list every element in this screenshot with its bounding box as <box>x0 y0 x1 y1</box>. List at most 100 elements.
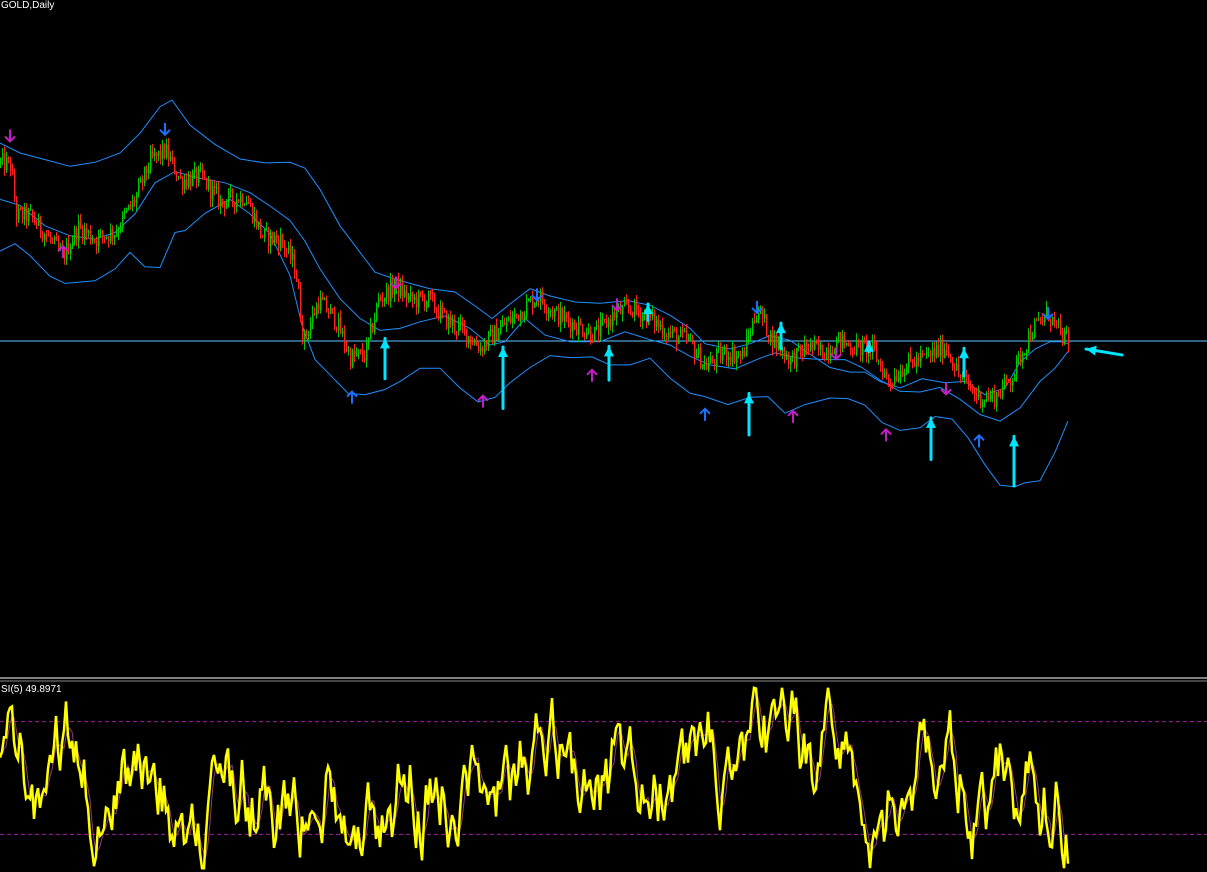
candle-body <box>466 328 468 344</box>
candle-body <box>856 341 858 355</box>
candle-body <box>1058 321 1060 323</box>
candle-body <box>826 348 828 361</box>
candle-body <box>168 144 170 161</box>
candle-body <box>692 336 694 344</box>
candle-body <box>260 221 262 236</box>
candle-body <box>816 340 818 344</box>
candle-body <box>922 352 924 354</box>
candle-body <box>122 213 124 228</box>
candle-body <box>1064 330 1066 344</box>
candle-body <box>214 185 216 189</box>
candle-body <box>296 273 298 281</box>
candle-body <box>342 331 344 334</box>
candle-body <box>266 228 268 230</box>
candle-body <box>38 216 40 226</box>
candle-body <box>1068 330 1070 347</box>
candle-body <box>804 343 806 356</box>
candle-body <box>1050 320 1052 325</box>
candle-body <box>670 331 672 334</box>
candle-body <box>472 343 474 345</box>
candle-body <box>386 286 388 299</box>
candle-body <box>630 308 632 312</box>
candle-body <box>298 280 300 289</box>
candle-body <box>328 311 330 315</box>
candle-body <box>724 347 726 354</box>
candle-body <box>932 348 934 356</box>
candle-body <box>196 168 198 183</box>
lower-band <box>0 198 1069 488</box>
candle-body <box>414 297 416 301</box>
candle-body <box>402 282 404 297</box>
candle-body <box>556 307 558 310</box>
candle-body <box>332 307 334 310</box>
candle-body <box>334 309 336 328</box>
candle-body <box>190 176 192 187</box>
annotation-down-arrow-icon <box>959 346 969 378</box>
candle-body <box>116 232 118 236</box>
candle-body <box>478 345 480 352</box>
candle-body <box>750 334 752 336</box>
candle-body <box>994 390 996 407</box>
candle-body <box>604 318 606 320</box>
candle-body <box>560 308 562 325</box>
candle-body <box>956 363 958 371</box>
candle-body <box>1024 353 1026 355</box>
candle-body <box>126 209 128 213</box>
candle-body <box>12 170 14 175</box>
candle-body <box>858 341 860 343</box>
candle-body <box>890 383 892 385</box>
candle-body <box>846 342 848 346</box>
candle-body <box>584 336 586 338</box>
candle-body <box>378 297 380 305</box>
candle-body <box>78 220 80 241</box>
candle-body <box>710 356 712 364</box>
candle-body <box>684 331 686 333</box>
candle-body <box>790 357 792 365</box>
candle-body <box>254 213 256 223</box>
candle-body <box>56 237 58 241</box>
candle-body <box>490 329 492 333</box>
candle-body <box>972 389 974 391</box>
candle-body <box>524 315 526 320</box>
candle-body <box>278 239 280 249</box>
candle-body <box>636 300 638 311</box>
candle-body <box>840 332 842 349</box>
candle-body <box>184 179 186 189</box>
candle-body <box>850 345 852 352</box>
candle-body <box>228 191 230 203</box>
candle-body <box>14 174 16 200</box>
candle-body <box>1006 376 1008 380</box>
candle-body <box>988 394 990 400</box>
candle-body <box>686 331 688 340</box>
candle-body <box>360 349 362 351</box>
candle-body <box>362 350 364 358</box>
candle-body <box>740 353 742 357</box>
candle-body <box>986 394 988 401</box>
candle-body <box>382 299 384 302</box>
candle-body <box>42 232 44 241</box>
candle-body <box>202 167 204 176</box>
candle-body <box>894 375 896 384</box>
candle-body <box>718 348 720 350</box>
annotation-up-arrow-icon <box>744 391 754 437</box>
candle-body <box>812 342 814 349</box>
candle-body <box>852 351 854 353</box>
candle-body <box>430 290 432 295</box>
candle-body <box>34 217 36 224</box>
candle-body <box>348 349 350 352</box>
candle-body <box>208 179 210 190</box>
candle-body <box>390 279 392 302</box>
candle-body <box>784 348 786 360</box>
candle-body <box>392 279 394 295</box>
candle-body <box>506 321 508 326</box>
candle-body <box>768 335 770 341</box>
candle-body <box>518 314 520 321</box>
candle-body <box>428 290 430 303</box>
candle-body <box>598 325 600 337</box>
candle-body <box>76 228 78 241</box>
candle-body <box>882 366 884 378</box>
candle-body <box>136 194 138 204</box>
candle-body <box>326 298 328 312</box>
candle-body <box>488 332 490 347</box>
candle-body <box>264 228 266 238</box>
